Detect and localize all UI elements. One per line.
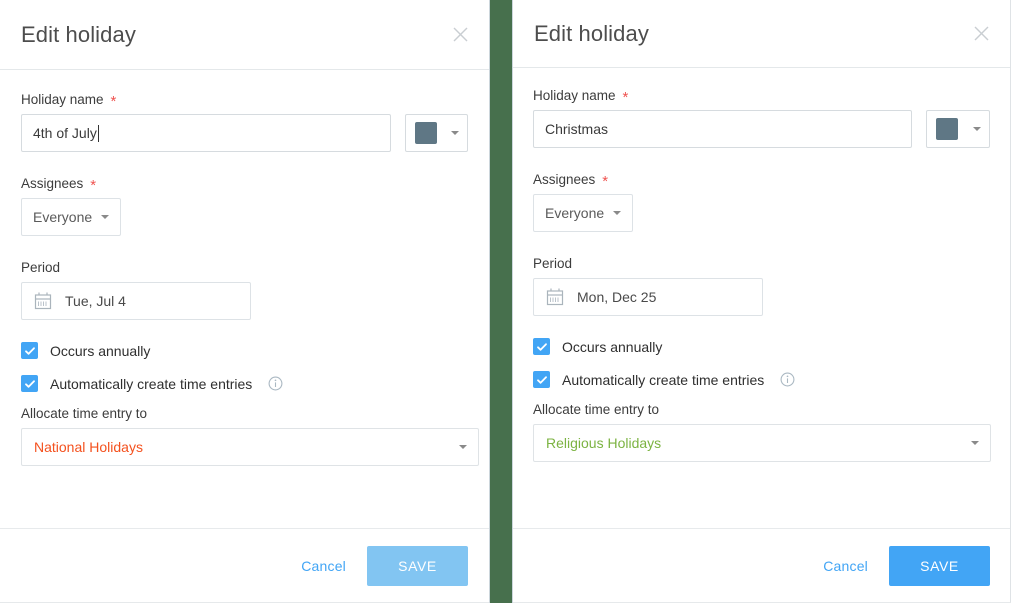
- holiday-name-row: 4th of July: [21, 114, 468, 152]
- occurs-annually-label: Occurs annually: [50, 342, 151, 359]
- edit-holiday-dialog-left: Edit holiday Holiday name * 4th of July: [0, 0, 490, 603]
- allocate-label-row: Allocate time entry to: [533, 402, 990, 417]
- assignees-label-row: Assignees *: [21, 176, 468, 194]
- holiday-name-value: 4th of July: [33, 125, 97, 141]
- dialog-body: Holiday name * 4th of July Assignees * E…: [0, 70, 489, 528]
- allocate-time-entry-select[interactable]: Religious Holidays: [533, 424, 991, 462]
- edit-holiday-dialog-right: Edit holiday Holiday name * Christmas As…: [512, 0, 1011, 603]
- holiday-name-label: Holiday name: [533, 88, 616, 103]
- holiday-name-row: Christmas: [533, 110, 990, 148]
- chevron-down-icon: [613, 211, 622, 215]
- text-caret: [97, 124, 99, 142]
- period-date-input[interactable]: Tue, Jul 4: [21, 282, 251, 320]
- assignees-label-row: Assignees *: [533, 172, 990, 190]
- close-button[interactable]: [445, 20, 475, 50]
- required-marker: *: [622, 89, 629, 106]
- period-label: Period: [533, 256, 573, 271]
- holiday-name-input[interactable]: Christmas: [533, 110, 913, 148]
- assignees-value: Everyone: [545, 205, 605, 221]
- dialog-header: Edit holiday: [513, 0, 1010, 68]
- period-label: Period: [21, 260, 61, 275]
- check-icon: [24, 346, 35, 355]
- chevron-down-icon: [451, 131, 459, 135]
- calendar-icon: [34, 292, 52, 310]
- cancel-button[interactable]: Cancel: [301, 558, 346, 574]
- info-icon-wrap[interactable]: [268, 376, 283, 391]
- color-picker-button[interactable]: [405, 114, 468, 152]
- occurs-annually-label: Occurs annually: [562, 338, 663, 355]
- dialog-footer: Cancel SAVE: [513, 528, 1010, 602]
- auto-time-entries-checkbox[interactable]: [533, 371, 550, 388]
- auto-time-entries-row[interactable]: Automatically create time entries: [533, 371, 990, 388]
- page-title: Edit holiday: [534, 20, 649, 46]
- check-icon: [24, 379, 35, 388]
- period-value: Tue, Jul 4: [65, 293, 126, 309]
- color-swatch: [936, 118, 959, 140]
- allocate-label-row: Allocate time entry to: [21, 406, 468, 421]
- occurs-annually-row[interactable]: Occurs annually: [21, 342, 468, 359]
- allocate-time-entry-select[interactable]: National Holidays: [21, 428, 479, 466]
- calendar-icon: [546, 288, 564, 306]
- close-button[interactable]: [966, 19, 996, 49]
- allocate-value: National Holidays: [34, 439, 143, 455]
- holiday-name-input[interactable]: 4th of July: [21, 114, 392, 152]
- close-icon: [974, 26, 988, 41]
- chevron-down-icon: [101, 215, 110, 219]
- required-marker: *: [90, 177, 97, 194]
- page-title: Edit holiday: [21, 21, 136, 47]
- allocate-label: Allocate time entry to: [21, 406, 148, 421]
- allocate-value: Religious Holidays: [546, 435, 662, 451]
- assignees-label: Assignees: [21, 176, 84, 191]
- info-icon: [780, 372, 795, 387]
- chevron-down-icon: [971, 441, 979, 445]
- dialog-footer: Cancel SAVE: [0, 528, 489, 602]
- period-label-row: Period: [21, 260, 468, 275]
- required-marker: *: [110, 93, 117, 110]
- auto-time-entries-checkbox[interactable]: [21, 375, 38, 392]
- info-icon: [268, 376, 283, 391]
- occurs-annually-checkbox[interactable]: [533, 338, 550, 355]
- required-marker: *: [602, 173, 609, 190]
- allocate-label: Allocate time entry to: [533, 402, 660, 417]
- period-value: Mon, Dec 25: [577, 289, 657, 305]
- period-date-input[interactable]: Mon, Dec 25: [533, 278, 763, 316]
- assignees-value: Everyone: [33, 209, 93, 225]
- holiday-name-label: Holiday name: [21, 92, 104, 107]
- assignees-label: Assignees: [533, 172, 596, 187]
- occurs-annually-row[interactable]: Occurs annually: [533, 338, 990, 355]
- screenshot-stage: Edit holiday Holiday name * 4th of July: [0, 0, 1011, 603]
- close-icon: [453, 27, 467, 42]
- occurs-annually-checkbox[interactable]: [21, 342, 38, 359]
- check-icon: [536, 375, 547, 384]
- color-swatch: [415, 122, 438, 144]
- check-icon: [536, 342, 547, 351]
- chevron-down-icon: [973, 127, 981, 131]
- period-label-row: Period: [533, 256, 990, 271]
- holiday-name-value: Christmas: [545, 121, 609, 137]
- holiday-name-label-row: Holiday name *: [533, 88, 990, 106]
- dialog-body: Holiday name * Christmas Assignees * Eve…: [513, 68, 1010, 528]
- save-button[interactable]: SAVE: [367, 545, 468, 586]
- auto-time-entries-label: Automatically create time entries: [562, 371, 765, 388]
- assignees-select[interactable]: Everyone: [533, 194, 634, 232]
- panel-separator: [489, 0, 513, 603]
- auto-time-entries-label: Automatically create time entries: [50, 375, 253, 392]
- assignees-select[interactable]: Everyone: [21, 198, 122, 236]
- info-icon-wrap[interactable]: [780, 372, 795, 387]
- auto-time-entries-row[interactable]: Automatically create time entries: [21, 375, 468, 392]
- save-button[interactable]: SAVE: [889, 545, 990, 586]
- dialog-header: Edit holiday: [0, 0, 489, 70]
- color-picker-button[interactable]: [926, 110, 990, 148]
- holiday-name-label-row: Holiday name *: [21, 92, 468, 110]
- cancel-button[interactable]: Cancel: [823, 558, 868, 574]
- chevron-down-icon: [459, 445, 467, 449]
